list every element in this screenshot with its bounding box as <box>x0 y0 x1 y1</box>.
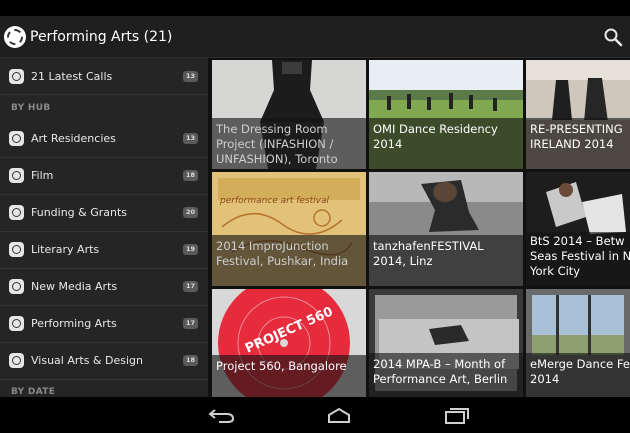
sidebar-item-literary-arts[interactable]: Literary Arts 19 <box>0 232 208 269</box>
recent-apps-icon[interactable] <box>441 406 471 424</box>
sidebar-item-latest-calls[interactable]: 21 Latest Calls 13 <box>0 58 208 95</box>
sidebar-item-performing-arts[interactable]: Performing Arts 17 <box>0 306 208 343</box>
count-badge: 17 <box>183 281 198 292</box>
call-grid: The Dressing Room Project (INFASHION / U… <box>208 58 630 397</box>
count-badge: 13 <box>183 133 198 144</box>
call-tile[interactable]: BtS 2014 – Betw Seas Festival in Ne York… <box>526 172 630 286</box>
sidebar-item-label: Funding & Grants <box>31 206 128 219</box>
tile-title-line: RE-PRESENTING <box>530 122 623 136</box>
search-icon[interactable] <box>602 26 624 48</box>
page-title: Performing Arts (21) <box>30 29 173 45</box>
tile-title-line: Seas Festival in Ne <box>530 249 630 263</box>
hub-logo-icon <box>9 69 24 84</box>
sidebar-item-label: 21 Latest Calls <box>31 70 113 83</box>
tile-title-line: Project 560, Bangalore <box>216 359 347 373</box>
hub-logo-icon <box>9 353 24 368</box>
tile-title-line: 2014 <box>530 372 560 386</box>
tile-title-line: OMI Dance Residency <box>373 122 498 136</box>
sidebar-item-art-residencies[interactable]: Art Residencies 13 <box>0 121 208 158</box>
hub-logo-icon <box>9 242 24 257</box>
section-header-by-date: BY DATE <box>11 387 56 397</box>
tile-title-line: IRELAND 2014 <box>530 137 614 151</box>
tile-title-line: Project (INFASHION / <box>216 137 334 151</box>
sidebar-item-film[interactable]: Film 18 <box>0 158 208 195</box>
system-navigation-bar <box>0 397 630 433</box>
count-badge: 20 <box>183 207 198 218</box>
home-icon[interactable] <box>324 406 354 424</box>
call-tile[interactable]: RE-PRESENTING IRELAND 2014 <box>526 60 630 169</box>
sidebar-item-visual-arts-design[interactable]: Visual Arts & Design 18 <box>0 343 208 380</box>
count-badge: 18 <box>183 355 198 366</box>
hub-logo-icon <box>9 205 24 220</box>
count-badge: 13 <box>183 71 198 82</box>
tile-title-line: York City <box>530 264 581 278</box>
sidebar-item-label: New Media Arts <box>31 280 118 293</box>
app-logo-icon[interactable] <box>4 26 26 48</box>
back-icon[interactable] <box>207 406 237 424</box>
tile-title-line: The Dressing Room <box>216 122 328 136</box>
tile-title-line: BtS 2014 – Betw <box>530 234 625 248</box>
call-tile[interactable]: The Dressing Room Project (INFASHION / U… <box>212 60 366 169</box>
tile-title-line: 2014 <box>373 137 403 151</box>
tile-title-line: tanzhafenFESTIVAL <box>373 239 484 253</box>
tile-title-line: Performance Art, Berlin <box>373 372 508 386</box>
call-tile[interactable]: 2014 MPA-B – Month of Performance Art, B… <box>369 289 523 397</box>
sidebar-item-label: Visual Arts & Design <box>31 354 143 367</box>
section-header-by-hub: BY HUB <box>11 103 51 113</box>
hub-logo-icon <box>9 279 24 294</box>
sidebar-item-label: Performing Arts <box>31 317 117 330</box>
call-tile[interactable]: tanzhafenFESTIVAL 2014, Linz <box>369 172 523 286</box>
hub-logo-icon <box>9 131 24 146</box>
sidebar-item-funding-grants[interactable]: Funding & Grants 20 <box>0 195 208 232</box>
action-bar: Performing Arts (21) <box>0 16 630 58</box>
count-badge: 19 <box>183 244 198 255</box>
call-tile[interactable]: OMI Dance Residency 2014 <box>369 60 523 169</box>
count-badge: 17 <box>183 318 198 329</box>
tile-title-line: UNFASHION), Toronto <box>216 152 338 166</box>
count-badge: 18 <box>183 170 198 181</box>
sidebar-item-label: Literary Arts <box>31 243 100 256</box>
tile-title-line: 2014 ImproJunction <box>216 239 329 253</box>
sidebar-item-new-media-arts[interactable]: New Media Arts 17 <box>0 269 208 306</box>
sidebar: 21 Latest Calls 13 BY HUB Art Residencie… <box>0 58 208 397</box>
tile-title-line: eMerge Dance Fe <box>530 357 630 371</box>
tile-title-line: 2014, Linz <box>373 254 433 268</box>
hub-logo-icon <box>9 168 24 183</box>
call-tile[interactable]: PROJECT 560 Project 560, Bangalore <box>212 289 366 397</box>
poster-heading: performance art festival <box>220 196 330 206</box>
status-bar <box>0 0 630 16</box>
sidebar-item-label: Film <box>31 169 54 182</box>
call-tile[interactable]: eMerge Dance Fe 2014 <box>526 289 630 397</box>
sidebar-item-label: Art Residencies <box>31 132 116 145</box>
call-tile[interactable]: performance art festival 2014 ImproJunct… <box>212 172 366 286</box>
hub-logo-icon <box>9 316 24 331</box>
tile-title-line: 2014 MPA-B – Month of <box>373 357 506 371</box>
tile-title-line: Festival, Pushkar, India <box>216 254 349 268</box>
